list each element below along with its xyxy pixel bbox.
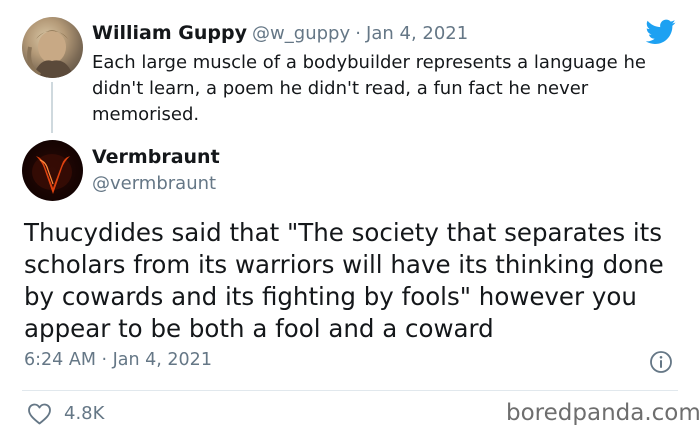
twitter-bird-icon[interactable] bbox=[645, 19, 676, 45]
reply-author-handle[interactable]: @vermbraunt bbox=[92, 173, 216, 194]
heart-icon[interactable] bbox=[27, 403, 52, 425]
boredpanda-watermark: boredpanda.com bbox=[506, 400, 700, 426]
reply-tweet-text: Thucydides said that "The society that s… bbox=[24, 218, 664, 343]
quoted-author-handle[interactable]: @w_guppy bbox=[252, 23, 350, 44]
quoted-tweet-date[interactable]: Jan 4, 2021 bbox=[366, 23, 468, 44]
footer-divider bbox=[22, 390, 678, 391]
header-separator: · bbox=[355, 23, 361, 44]
like-count: 4.8K bbox=[64, 403, 105, 424]
quoted-tweet-header: William Guppy @w_guppy · Jan 4, 2021 bbox=[92, 22, 468, 44]
william-guppy-avatar[interactable] bbox=[22, 17, 83, 78]
vermbraunt-avatar[interactable] bbox=[22, 140, 83, 201]
reply-tweet-timestamp[interactable]: 6:24 AM · Jan 4, 2021 bbox=[24, 350, 212, 370]
info-icon[interactable] bbox=[649, 350, 673, 374]
quoted-author-name[interactable]: William Guppy bbox=[92, 22, 247, 44]
reply-author-name[interactable]: Vermbraunt bbox=[92, 146, 220, 168]
thread-connector-line bbox=[51, 82, 53, 133]
quoted-tweet-text: Each large muscle of a bodybuilder repre… bbox=[92, 52, 646, 125]
